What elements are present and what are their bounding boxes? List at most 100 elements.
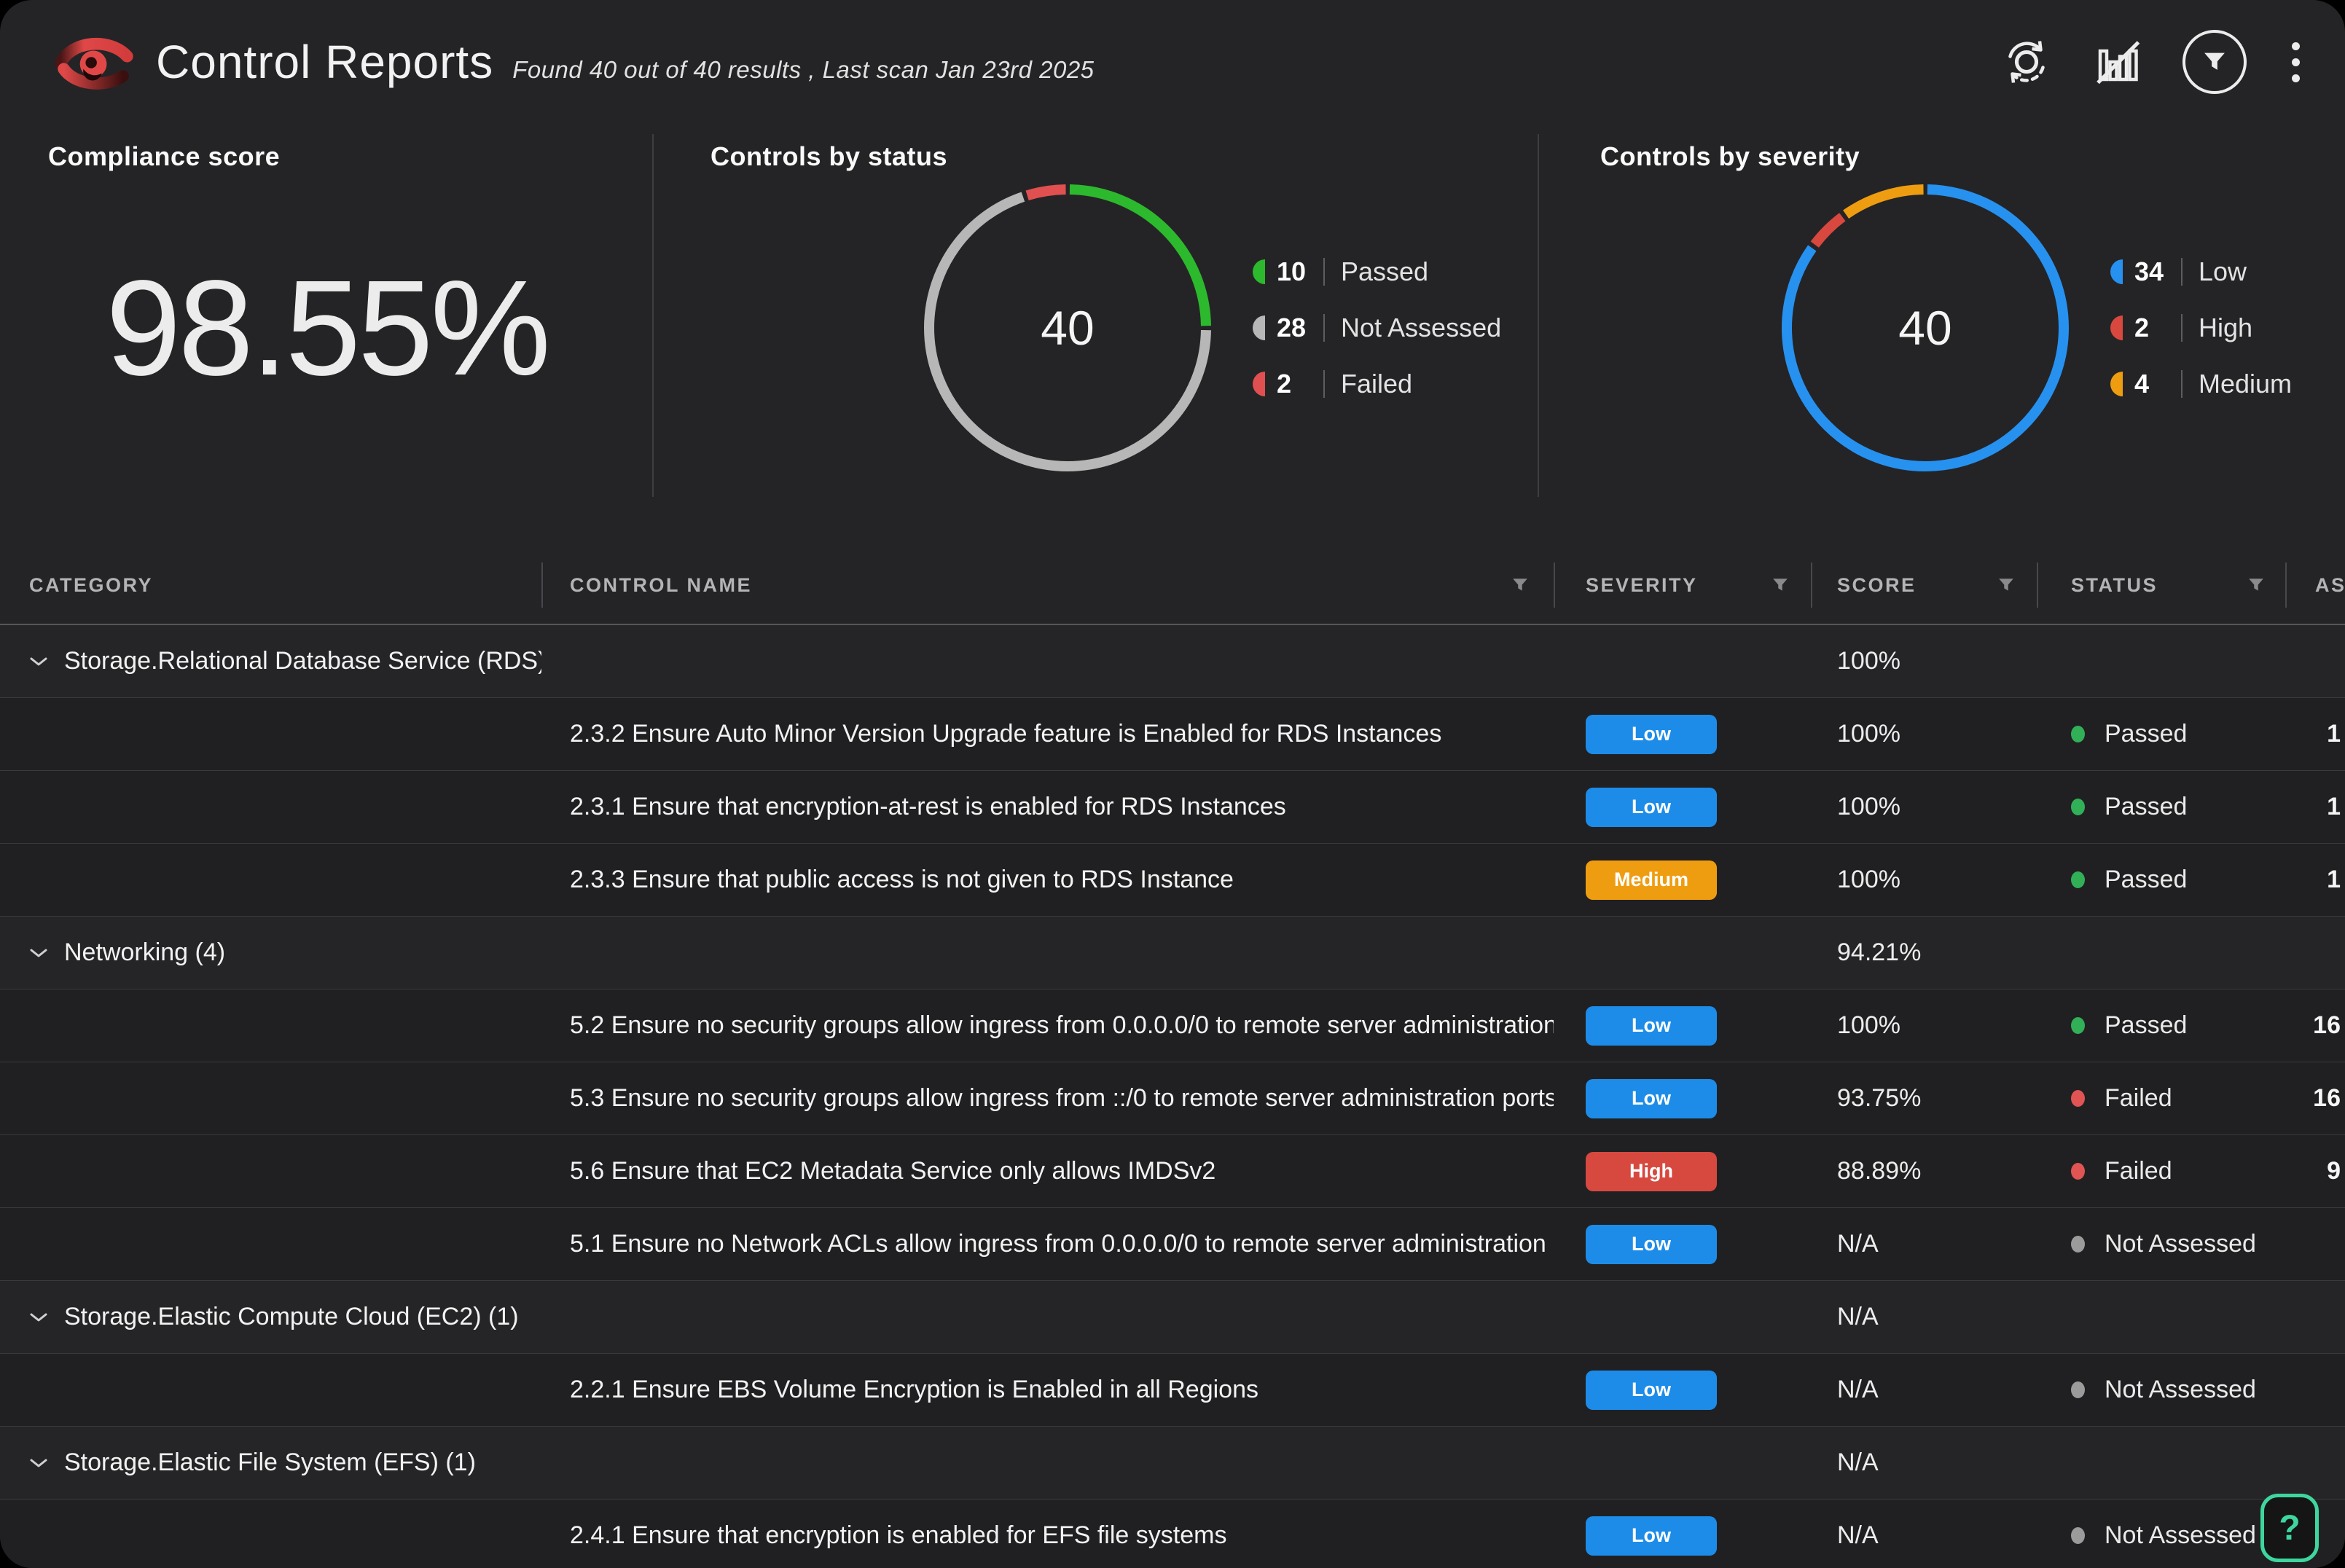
severity-cell: High: [1554, 1152, 1811, 1191]
filter-funnel-icon[interactable]: [2247, 577, 2265, 593]
category-cell: Storage.Elastic File System (EFS) (1): [0, 1449, 541, 1477]
help-button[interactable]: ?: [2260, 1494, 2319, 1562]
legend-divider: [2181, 258, 2182, 286]
legend-divider: [1323, 370, 1325, 398]
severity-legend: 34Low 2High 4Medium: [2110, 256, 2292, 400]
filter-funnel-icon[interactable]: [1772, 577, 1789, 593]
legend-item[interactable]: 34Low: [2110, 256, 2292, 288]
category-cell: Storage.Relational Database Service (RDS…: [0, 647, 541, 675]
control-row[interactable]: 5.1 Ensure no Network ACLs allow ingress…: [0, 1208, 2345, 1281]
legend-marker-icon: [2110, 315, 2123, 340]
legend-marker-icon: [1253, 315, 1265, 340]
legend-item[interactable]: 4Medium: [2110, 368, 2292, 400]
table-header: CATEGORY CONTROL NAME SEVERITY SCORE STA…: [0, 546, 2345, 625]
assets-count: 1: [2285, 866, 2345, 894]
control-row[interactable]: 5.2 Ensure no security groups allow ingr…: [0, 989, 2345, 1062]
filter-funnel-icon[interactable]: [1511, 577, 1529, 593]
legend-marker-icon: [2110, 259, 2123, 284]
column-header-category[interactable]: CATEGORY: [0, 546, 541, 624]
severity-badge: Low: [1586, 1516, 1717, 1556]
chevron-down-icon[interactable]: [29, 1312, 48, 1323]
severity-badge: Low: [1586, 1006, 1717, 1046]
status-dot-icon: [2071, 1236, 2085, 1253]
control-name: 5.2 Ensure no security groups allow ingr…: [541, 1011, 1554, 1040]
control-row[interactable]: 2.4.1 Ensure that encryption is enabled …: [0, 1500, 2345, 1568]
category-group-label: Networking (4): [64, 938, 225, 967]
status-cell: Passed: [2037, 720, 2285, 748]
category-group-row[interactable]: Storage.Relational Database Service (RDS…: [0, 625, 2345, 698]
chevron-down-icon[interactable]: [29, 1457, 48, 1469]
severity-cell: Low: [1554, 1516, 1811, 1556]
control-name: 5.3 Ensure no security groups allow ingr…: [541, 1084, 1554, 1113]
legend-item[interactable]: 2High: [2110, 312, 2292, 344]
group-score: N/A: [1811, 1449, 2037, 1477]
control-name: 2.3.3 Ensure that public access is not g…: [541, 866, 1554, 894]
legend-item[interactable]: 2Failed: [1253, 368, 1501, 400]
status-legend: 10Passed 28Not Assessed 2Failed: [1253, 256, 1501, 400]
status-title: Controls by status: [710, 141, 1539, 172]
control-name: 2.3.2 Ensure Auto Minor Version Upgrade …: [541, 720, 1554, 748]
severity-badge: Low: [1586, 1079, 1717, 1118]
legend-marker-icon: [2110, 372, 2123, 396]
legend-label: Low: [2199, 256, 2247, 287]
status-cell: Not Assessed: [2037, 1376, 2285, 1404]
status-cell: Not Assessed: [2037, 1521, 2285, 1550]
status-label: Passed: [2105, 720, 2187, 748]
category-group-row[interactable]: Storage.Elastic File System (EFS) (1) N/…: [0, 1427, 2345, 1500]
eye-logo: [52, 24, 137, 100]
legend-item[interactable]: 28Not Assessed: [1253, 312, 1501, 344]
score-value: 100%: [1811, 866, 2037, 894]
column-label: STATUS: [2071, 574, 2158, 597]
severity-cell: Low: [1554, 788, 1811, 827]
severity-badge: Low: [1586, 788, 1717, 827]
status-cell: Failed: [2037, 1157, 2285, 1185]
chevron-down-icon[interactable]: [29, 947, 48, 959]
category-group-row[interactable]: Networking (4) 94.21%: [0, 917, 2345, 989]
status-dot-icon: [2071, 1090, 2085, 1107]
status-label: Not Assessed: [2105, 1230, 2256, 1258]
severity-cell: Medium: [1554, 861, 1811, 900]
status-label: Passed: [2105, 1011, 2187, 1040]
category-group-label: Storage.Relational Database Service (RDS…: [64, 647, 541, 675]
status-cell: Failed: [2037, 1084, 2285, 1113]
status-label: Failed: [2105, 1084, 2172, 1113]
control-row[interactable]: 2.2.1 Ensure EBS Volume Encryption is En…: [0, 1354, 2345, 1427]
legend-item[interactable]: 10Passed: [1253, 256, 1501, 288]
legend-divider: [1323, 314, 1325, 342]
chevron-down-icon[interactable]: [29, 656, 48, 667]
filter-icon[interactable]: [2182, 30, 2247, 94]
category-cell: Networking (4): [0, 938, 541, 967]
control-row[interactable]: 2.3.1 Ensure that encryption-at-rest is …: [0, 771, 2345, 844]
score-value: 100%: [1811, 793, 2037, 821]
legend-divider: [2181, 314, 2182, 342]
filter-funnel-icon[interactable]: [1997, 577, 2015, 593]
results-summary: Found 40 out of 40 results , Last scan J…: [512, 56, 1094, 84]
score-value: 100%: [1811, 1011, 2037, 1040]
severity-badge: Low: [1586, 1225, 1717, 1264]
column-label: CATEGORY: [29, 574, 153, 597]
status-label: Not Assessed: [2105, 1521, 2256, 1550]
severity-donut[interactable]: 40: [1771, 173, 2080, 482]
group-score: N/A: [1811, 1303, 2037, 1331]
column-header-score[interactable]: SCORE: [1811, 546, 2037, 624]
status-dot-icon: [2071, 799, 2085, 815]
column-header-status[interactable]: STATUS: [2037, 546, 2285, 624]
status-donut[interactable]: 40: [913, 173, 1222, 482]
column-label: CONTROL NAME: [570, 574, 752, 597]
control-row[interactable]: 2.3.3 Ensure that public access is not g…: [0, 844, 2345, 917]
category-group-row[interactable]: Storage.Elastic Compute Cloud (EC2) (1) …: [0, 1281, 2345, 1354]
status-dot-icon: [2071, 871, 2085, 888]
column-header-severity[interactable]: SEVERITY: [1554, 546, 1811, 624]
column-header-control-name[interactable]: CONTROL NAME: [541, 546, 1554, 624]
control-row[interactable]: 2.3.2 Ensure Auto Minor Version Upgrade …: [0, 698, 2345, 771]
control-row[interactable]: 5.3 Ensure no security groups allow ingr…: [0, 1062, 2345, 1135]
column-header-assets[interactable]: ASSETS: [2285, 546, 2345, 624]
overflow-menu-icon[interactable]: [2287, 38, 2304, 87]
legend-marker-icon: [1253, 372, 1265, 396]
control-row[interactable]: 5.6 Ensure that EC2 Metadata Service onl…: [0, 1135, 2345, 1208]
severity-badge: High: [1586, 1152, 1717, 1191]
chart-toggle-icon[interactable]: [2094, 38, 2142, 86]
refresh-icon[interactable]: [2000, 36, 2053, 88]
compliance-panel: Compliance score 98.55%: [0, 117, 654, 510]
status-cell: Passed: [2037, 1011, 2285, 1040]
